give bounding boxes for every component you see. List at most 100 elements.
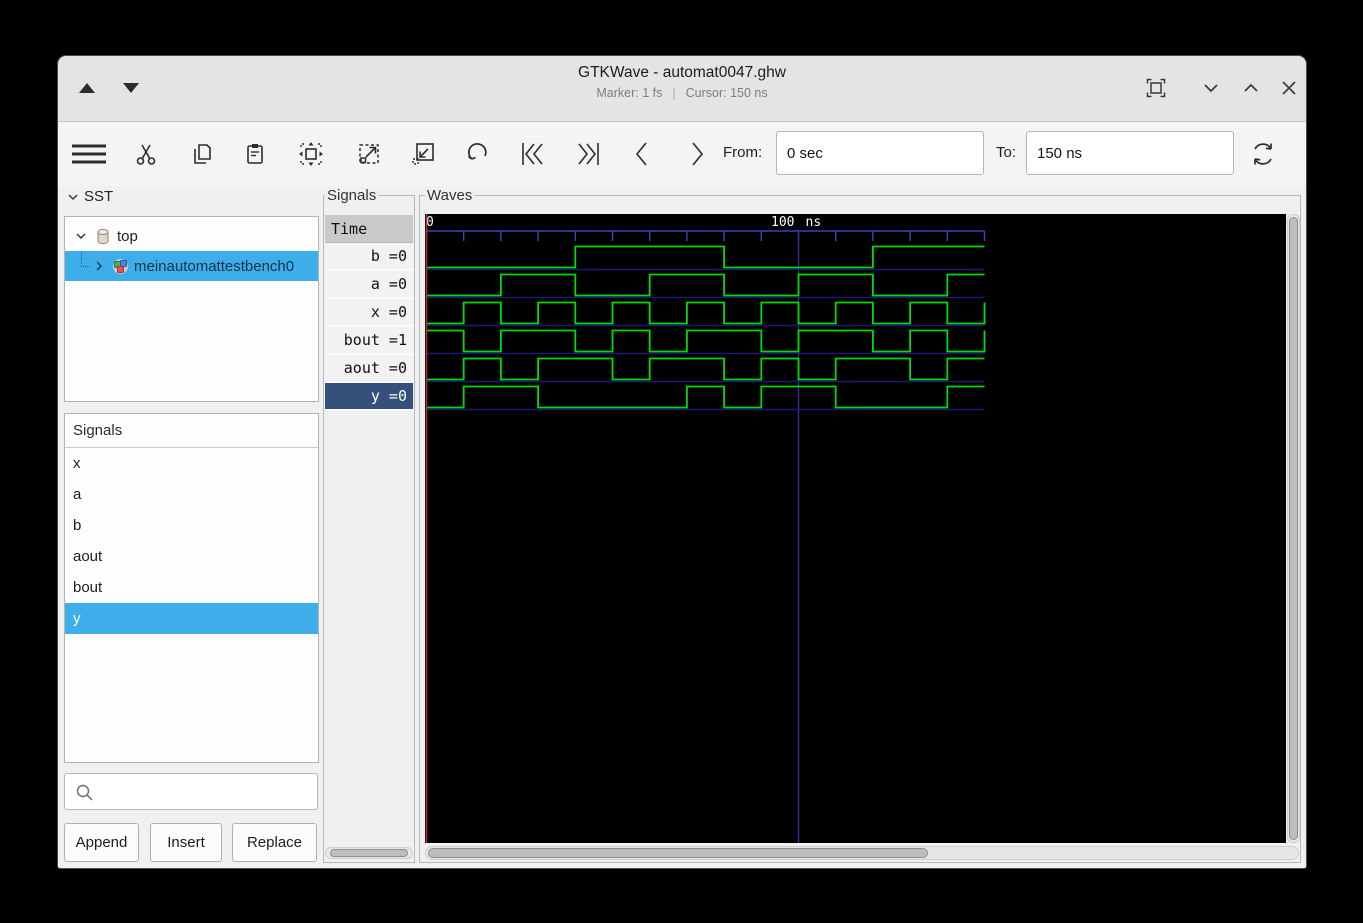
marker-status: Marker: 1 fs <box>596 86 662 100</box>
list-item-b[interactable]: b <box>65 510 318 541</box>
copy-icon <box>189 141 215 167</box>
chevron-left-icon <box>628 140 656 168</box>
triangle-up-icon <box>79 83 95 93</box>
tree-item-label: top <box>117 228 138 245</box>
paste-icon <box>242 141 268 167</box>
subtitle-separator: | <box>672 86 675 100</box>
previous-edge-button[interactable] <box>623 135 661 173</box>
time-header: Time <box>325 215 413 243</box>
waves-canvas[interactable]: 0100ns <box>425 214 1286 843</box>
expander-open-icon[interactable] <box>73 228 89 244</box>
chevron-up-icon <box>1239 76 1263 100</box>
chevron-down-icon <box>1199 76 1223 100</box>
wave-bout <box>427 331 985 352</box>
list-item-bout[interactable]: bout <box>65 572 318 603</box>
cut-icon <box>133 141 159 167</box>
cursor-status: Cursor: 150 ns <box>686 86 768 100</box>
keep-above-icon <box>1144 76 1168 100</box>
minimize-button[interactable] <box>1199 76 1223 100</box>
sst-expander[interactable]: SST <box>65 188 113 205</box>
window-title: GTKWave - automat0047.ghw <box>58 64 1306 82</box>
cut-button[interactable] <box>127 135 165 173</box>
reload-icon <box>1248 139 1278 169</box>
to-input[interactable] <box>1026 131 1234 175</box>
insert-button[interactable]: Insert <box>150 823 222 862</box>
module-icon <box>95 228 111 245</box>
window-subtitle: Marker: 1 fs | Cursor: 150 ns <box>58 86 1306 100</box>
undo-button[interactable] <box>459 135 497 173</box>
wave-a <box>427 275 985 296</box>
shade-up-button[interactable] <box>74 77 100 99</box>
signals-hscrollbar-thumb[interactable] <box>330 849 408 857</box>
titlebar[interactable]: GTKWave - automat0047.ghw Marker: 1 fs | C… <box>58 56 1306 122</box>
signals-frame-label: Signals <box>325 187 378 204</box>
tree-guide-line <box>81 266 90 267</box>
zoom-in-icon <box>355 140 383 168</box>
skip-to-start-button[interactable] <box>514 135 552 173</box>
search-input[interactable] <box>99 775 313 809</box>
tree-guide-line <box>81 251 82 266</box>
copy-button[interactable] <box>183 135 221 173</box>
chevron-right-icon <box>683 140 711 168</box>
search-box[interactable] <box>64 773 318 810</box>
skip-to-end-icon <box>573 140 603 168</box>
reload-button[interactable] <box>1244 135 1282 173</box>
close-button[interactable] <box>1277 76 1301 100</box>
list-item-a[interactable]: a <box>65 479 318 510</box>
triangle-down-icon <box>123 83 139 93</box>
zoom-fit-button[interactable] <box>292 135 330 173</box>
tree-item-top[interactable]: top <box>65 221 318 251</box>
append-button[interactable]: Append <box>64 823 139 862</box>
waves-hscrollbar[interactable] <box>425 846 1299 860</box>
undo-icon <box>464 140 492 168</box>
zoom-out-icon <box>409 140 437 168</box>
from-label: From: <box>723 144 762 161</box>
timeline-unit-label: ns <box>806 215 822 230</box>
timeline-label-100: 100 <box>771 215 794 230</box>
next-edge-button[interactable] <box>678 135 716 173</box>
signals-hscrollbar[interactable] <box>325 847 413 859</box>
signal-browser-list: xabaoutbouty <box>65 448 318 634</box>
menu-icon <box>71 141 107 167</box>
desktop: GTKWave - automat0047.ghw Marker: 1 fs | C… <box>0 0 1363 923</box>
waves-frame-label: Waves <box>425 187 474 204</box>
waves-vscrollbar[interactable] <box>1287 214 1300 843</box>
keep-above-button[interactable] <box>1144 76 1168 100</box>
signal-value-row[interactable]: b =0 <box>325 243 413 271</box>
signal-value-row[interactable]: y =0 <box>325 383 413 411</box>
sst-tree: top meinautomattestbench0 <box>64 216 319 402</box>
waveform-plot: 0100ns <box>425 214 1286 843</box>
expander-chevron-icon <box>65 189 81 205</box>
tree-item-testbench[interactable]: meinautomattestbench0 <box>65 251 318 281</box>
wave-aout <box>427 359 985 380</box>
waves-vscrollbar-thumb[interactable] <box>1289 217 1298 840</box>
replace-button[interactable]: Replace <box>232 823 317 862</box>
wave-y <box>427 387 985 408</box>
signal-browser-header: Signals <box>65 414 318 448</box>
signal-value-row[interactable]: a =0 <box>325 271 413 299</box>
search-icon <box>74 782 96 804</box>
waves-hscrollbar-thumb[interactable] <box>428 848 928 858</box>
signal-value-row[interactable]: aout =0 <box>325 355 413 383</box>
toolbar: From: To: <box>58 122 1306 186</box>
expander-closed-icon[interactable] <box>91 258 107 274</box>
signal-value-row[interactable]: bout =1 <box>325 327 413 355</box>
wave-b <box>427 247 985 268</box>
zoom-in-button[interactable] <box>350 135 388 173</box>
maximize-button[interactable] <box>1239 76 1263 100</box>
hierarchy-icon <box>112 258 129 275</box>
zoom-out-button[interactable] <box>404 135 442 173</box>
skip-to-end-button[interactable] <box>569 135 607 173</box>
from-input[interactable] <box>776 131 984 175</box>
skip-to-start-icon <box>518 140 548 168</box>
menu-button[interactable] <box>70 135 108 173</box>
list-item-y[interactable]: y <box>65 603 318 634</box>
wave-x <box>427 303 985 324</box>
shade-down-button[interactable] <box>118 77 144 99</box>
list-item-aout[interactable]: aout <box>65 541 318 572</box>
paste-button[interactable] <box>236 135 274 173</box>
signal-value-row[interactable]: x =0 <box>325 299 413 327</box>
zoom-fit-icon <box>297 140 325 168</box>
list-item-x[interactable]: x <box>65 448 318 479</box>
gtkwave-window: GTKWave - automat0047.ghw Marker: 1 fs | C… <box>57 55 1307 869</box>
